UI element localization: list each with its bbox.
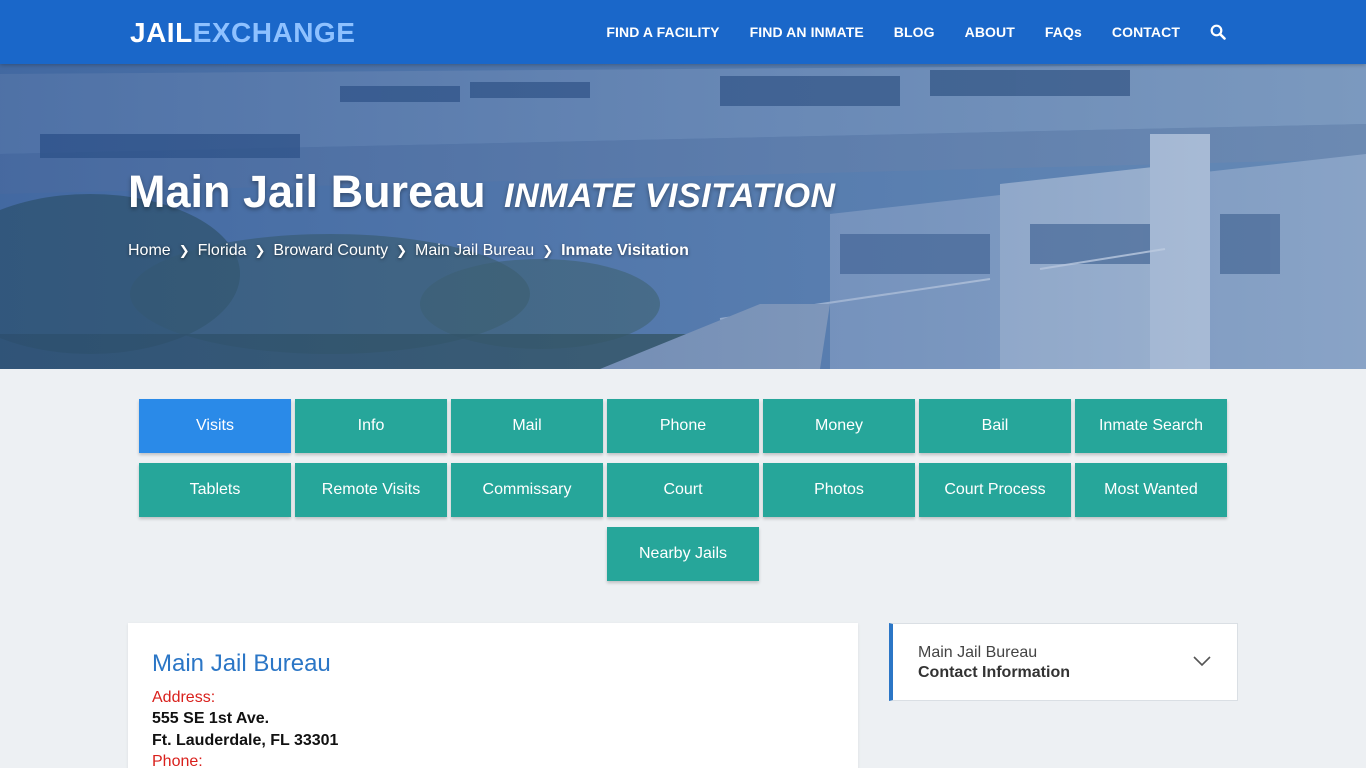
tab-money[interactable]: Money [763, 399, 915, 453]
search-icon[interactable] [1210, 24, 1226, 40]
page-title-main: Main Jail Bureau [128, 166, 486, 217]
tab-visits[interactable]: Visits [139, 399, 291, 453]
breadcrumb-broward-county[interactable]: Broward County [273, 242, 388, 260]
chevron-right-icon: ❯ [254, 243, 266, 258]
tab-court[interactable]: Court [607, 463, 759, 517]
accordion-facility-name: Main Jail Bureau [918, 644, 1038, 661]
address-label: Address: [152, 689, 216, 706]
breadcrumb-florida[interactable]: Florida [198, 242, 247, 260]
chevron-right-icon: ❯ [396, 243, 408, 258]
tab-court-process[interactable]: Court Process [919, 463, 1071, 517]
accordion-title: Contact Information [918, 664, 1070, 681]
tab-phone[interactable]: Phone [607, 399, 759, 453]
tab-most-wanted[interactable]: Most Wanted [1075, 463, 1227, 517]
tab-remote-visits[interactable]: Remote Visits [295, 463, 447, 517]
tab-commissary[interactable]: Commissary [451, 463, 603, 517]
phone-label: Phone: [152, 753, 203, 768]
breadcrumb: Home ❯ Florida ❯ Broward County ❯ Main J… [128, 242, 689, 260]
tab-photos[interactable]: Photos [763, 463, 915, 517]
nav-faqs[interactable]: FAQs [1045, 24, 1082, 40]
tab-tablets[interactable]: Tablets [139, 463, 291, 517]
facility-name: Main Jail Bureau [152, 650, 331, 677]
chevron-right-icon: ❯ [178, 243, 190, 258]
tab-inmate-search[interactable]: Inmate Search [1075, 399, 1227, 453]
breadcrumb-current: Inmate Visitation [561, 242, 689, 259]
top-navbar: JAILEXCHANGE FIND A FACILITY FIND AN INM… [0, 0, 1366, 64]
chevron-right-icon: ❯ [542, 243, 554, 258]
nav-contact[interactable]: CONTACT [1112, 24, 1180, 40]
breadcrumb-home[interactable]: Home [128, 242, 171, 260]
facility-info-card: Main Jail Bureau Address: 555 SE 1st Ave… [128, 623, 858, 768]
site-logo[interactable]: JAILEXCHANGE [130, 16, 355, 50]
logo-part-jail: JAIL [130, 17, 193, 48]
logo-part-exchange: EXCHANGE [192, 17, 356, 48]
hero-banner: Main Jail Bureau Inmate Visitation Home … [0, 64, 1366, 369]
chevron-down-icon[interactable] [1193, 654, 1211, 672]
page-title: Main Jail Bureau Inmate Visitation [128, 167, 836, 221]
main-nav: FIND A FACILITY FIND AN INMATE BLOG ABOU… [576, 0, 1226, 64]
address-line-1: 555 SE 1st Ave. [152, 710, 270, 727]
tab-info[interactable]: Info [295, 399, 447, 453]
breadcrumb-main-jail-bureau[interactable]: Main Jail Bureau [415, 242, 534, 260]
nav-find-facility[interactable]: FIND A FACILITY [606, 24, 719, 40]
tab-nearby-jails[interactable]: Nearby Jails [607, 527, 759, 581]
page-title-subtitle: Inmate Visitation [504, 177, 836, 215]
tab-bail[interactable]: Bail [919, 399, 1071, 453]
tab-mail[interactable]: Mail [451, 399, 603, 453]
address-line-2: Ft. Lauderdale, FL 33301 [152, 732, 339, 749]
nav-find-inmate[interactable]: FIND AN INMATE [750, 24, 864, 40]
nav-blog[interactable]: BLOG [894, 24, 935, 40]
contact-info-accordion[interactable]: Main Jail Bureau Contact Information [889, 623, 1238, 701]
nav-about[interactable]: ABOUT [965, 24, 1015, 40]
